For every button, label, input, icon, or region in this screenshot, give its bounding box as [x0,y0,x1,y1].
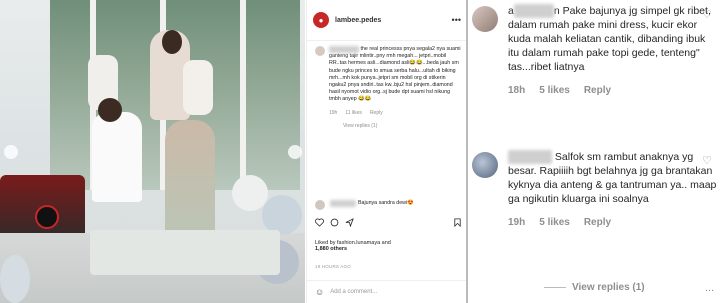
reply-button[interactable]: Reply [584,84,611,98]
mother-head [162,30,182,54]
balloon [232,175,268,211]
redacted-username: xxxx [330,200,357,208]
comment-body: xxxxxx Salfok sm rambut anaknya yg besar… [508,150,718,206]
commenter-avatar[interactable] [315,46,325,56]
commenter-username-suffix[interactable]: n [554,5,560,17]
comment-likes[interactable]: 5 likes [539,84,570,98]
view-replies-line [544,287,566,288]
comment-item: xxxx Bajunya sandra dewi😍 [315,200,463,210]
heart-icon[interactable] [315,218,324,227]
comment-likes[interactable]: 11 likes [345,110,362,117]
instagram-post-panel: ● lambee.pedes ••• xxxx the real princes… [0,0,467,303]
next-arrow-icon[interactable] [288,145,302,159]
comment-meta: 18h 5 likes Reply [508,84,718,98]
post-time: 19 HOURS AGO [315,264,351,269]
comment-meta: 19h 5 likes Reply [508,216,718,230]
comment-icon[interactable] [330,218,339,227]
more-options-icon[interactable]: ... [705,282,714,294]
comment-time: 18h [508,85,526,96]
comment-meta: 19h 11 likes Reply [329,110,463,117]
prev-arrow-icon[interactable] [4,145,18,159]
comment-item: xxxx the real princesss pnya segala2 nya… [315,46,463,130]
likes-summary: Liked by fashion.lunamaya and 1,880 othe… [315,240,391,252]
commenter-avatar[interactable] [315,200,325,210]
post-sidebar: ● lambee.pedes ••• xxxx the real princes… [306,0,467,303]
post-header: ● lambee.pedes ••• [307,0,467,41]
comment-time: 19h [508,217,526,228]
like-heart-icon[interactable]: ♡ [702,8,712,22]
comment-text: Bajunya sandra dewi😍 [357,200,414,206]
cupcake-display [90,230,280,275]
comment-item: xxxxxx Salfok sm rambut anaknya yg besar… [472,150,718,230]
share-icon[interactable] [345,218,354,227]
comment-text: the real princesss pnya segala2 nya suam… [329,46,461,103]
reply-button[interactable]: Reply [370,110,383,117]
comment-item: axxxxxxn Pake bajunya jg simpel gk ribet… [472,4,718,98]
likes-count[interactable]: 1,880 others [315,246,347,252]
comment-likes[interactable]: 5 likes [539,216,570,230]
comment-body: axxxxxxn Pake bajunya jg simpel gk ribet… [508,4,718,74]
add-comment-input[interactable]: Add a comment... [330,289,377,295]
view-replies-link[interactable]: View replies (1) [329,123,463,130]
child-right [183,60,213,115]
balloon [262,195,302,235]
post-actions [315,218,354,227]
like-heart-icon[interactable]: ♡ [702,154,712,168]
comment-time: 19h [329,109,338,116]
view-replies-link[interactable]: View replies (1) [544,282,645,293]
emoji-icon[interactable]: ☺ [315,287,324,297]
add-comment-bar: ☺ Add a comment... [307,280,467,303]
father-figure [92,112,142,202]
commenter-avatar[interactable] [472,6,498,32]
comment-thread-panel: axxxxxxn Pake bajunya jg simpel gk ribet… [468,0,720,303]
view-replies-text[interactable]: View replies (1) [572,282,645,293]
redacted-username: xxxx [329,46,359,54]
commenter-avatar[interactable] [472,152,498,178]
redacted-username: xxxxxx [513,4,554,18]
black-widow-emblem [35,205,59,229]
profile-logo-icon[interactable]: ● [313,12,329,28]
commenter-username-prefix[interactable]: a [508,5,514,17]
father-head [98,98,122,122]
post-username[interactable]: lambee.pedes [335,17,381,24]
post-photo [0,0,305,303]
balloon [0,255,30,303]
bookmark-icon[interactable] [453,218,462,227]
window-mullion [240,0,246,190]
more-options-icon[interactable]: ••• [452,15,461,25]
redacted-username: xxxxxx [508,150,552,164]
reply-button[interactable]: Reply [584,216,611,230]
